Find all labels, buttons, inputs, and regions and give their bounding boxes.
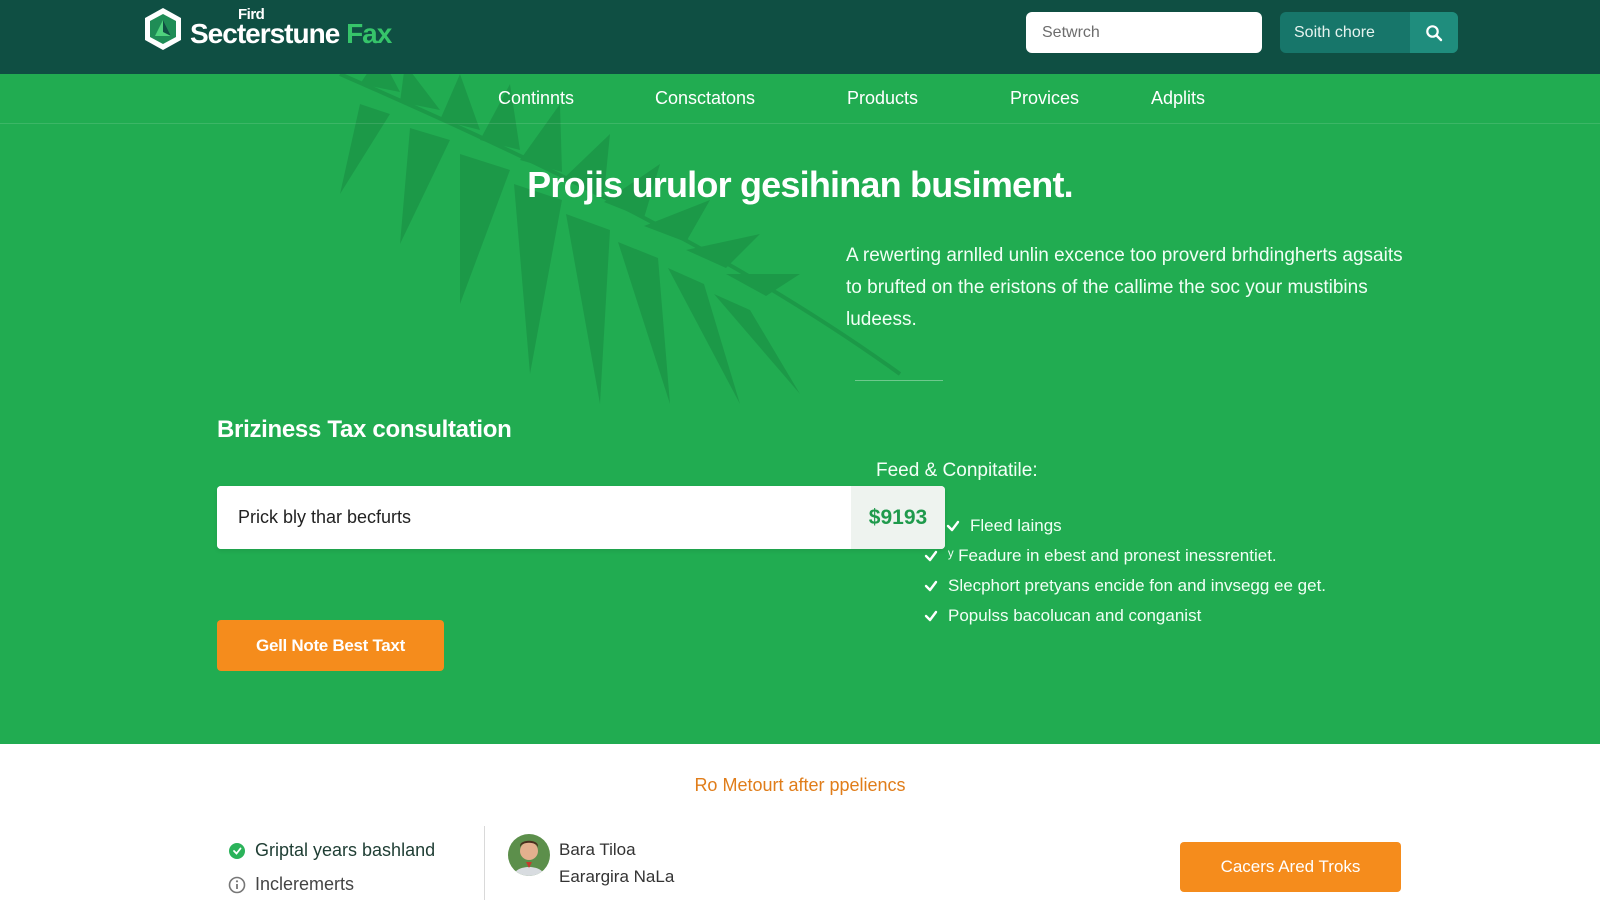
hero-title: Projis urulor gesihinan busiment. [527,164,1073,205]
feature-item: Slecphort pretyans encide fon and invseg… [924,576,1326,596]
nav-item-continnts[interactable]: Continnts [498,88,574,109]
hero-divider [855,380,943,381]
careers-button[interactable]: Cacers Ared Troks [1180,842,1401,892]
consultation-title: Briziness Tax consultation [217,416,512,443]
stat-text: Incleremerts [255,874,355,894]
site-logo[interactable]: Fird Secterstune Fax [142,6,392,52]
get-quote-button[interactable]: Gell Note Best Taxt [217,620,444,671]
feature-text: Slecphort pretyans encide fon and invseg… [948,576,1327,595]
check-icon [946,520,960,532]
nav-item-products[interactable]: Products [847,88,918,109]
feature-text: Fleed laings [970,516,1062,535]
logo-wordmark: Secterstune Fax [190,18,392,50]
search-input[interactable] [1026,12,1262,53]
price-value: $9193 [851,486,945,549]
check-icon [924,580,938,592]
stat-item: Griptal years bashland [228,840,435,861]
hexagon-logo-icon [145,8,181,50]
info-circle-icon [228,876,246,893]
section-divider [484,826,485,900]
consultation-price-field: $9193 [217,486,945,549]
stat-item: Incleremerts [228,874,354,895]
stat-text: Griptal years bashland [255,840,436,860]
nav-item-adplits[interactable]: Adplits [1151,88,1205,109]
features-title: Feed & Conpitatile: [876,460,1038,481]
top-header: Fird Secterstune Fax Soith chore [0,0,1600,74]
logo-accent-word: Fax [346,18,392,49]
feature-item: ʸ Feadure in ebest and pronest inessrent… [924,546,1277,566]
check-icon [924,550,938,562]
person-role: Earargira NaLa [559,867,675,886]
hero-description: A rewerting arnlled unlin excence too pr… [846,245,1403,330]
search-button[interactable]: Soith chore [1280,12,1458,53]
consultation-input[interactable] [217,486,851,549]
hero-section: Continnts Consctatons Products Provices … [0,74,1600,744]
check-icon [924,610,938,622]
nav-item-provices[interactable]: Provices [1010,88,1079,109]
search-button-label: Soith chore [1294,24,1375,41]
main-nav: Continnts Consctatons Products Provices … [0,74,1600,124]
nav-item-consctatons[interactable]: Consctatons [655,88,755,109]
feature-item: Fleed laings [946,516,1062,536]
person-name: Bara Tiloa [559,840,636,859]
feature-text: Populss bacolucan and conganist [948,606,1202,625]
lower-section-title: Ro Metourt after ppeliencs [694,775,906,795]
search-icon[interactable] [1410,12,1458,53]
logo-main-word: Secterstune [190,18,340,49]
feature-text: ʸ Feadure in ebest and pronest inessrent… [948,546,1277,565]
feature-item: Populss bacolucan and conganist [924,606,1201,626]
avatar [508,834,550,876]
green-dot-icon [229,842,245,859]
